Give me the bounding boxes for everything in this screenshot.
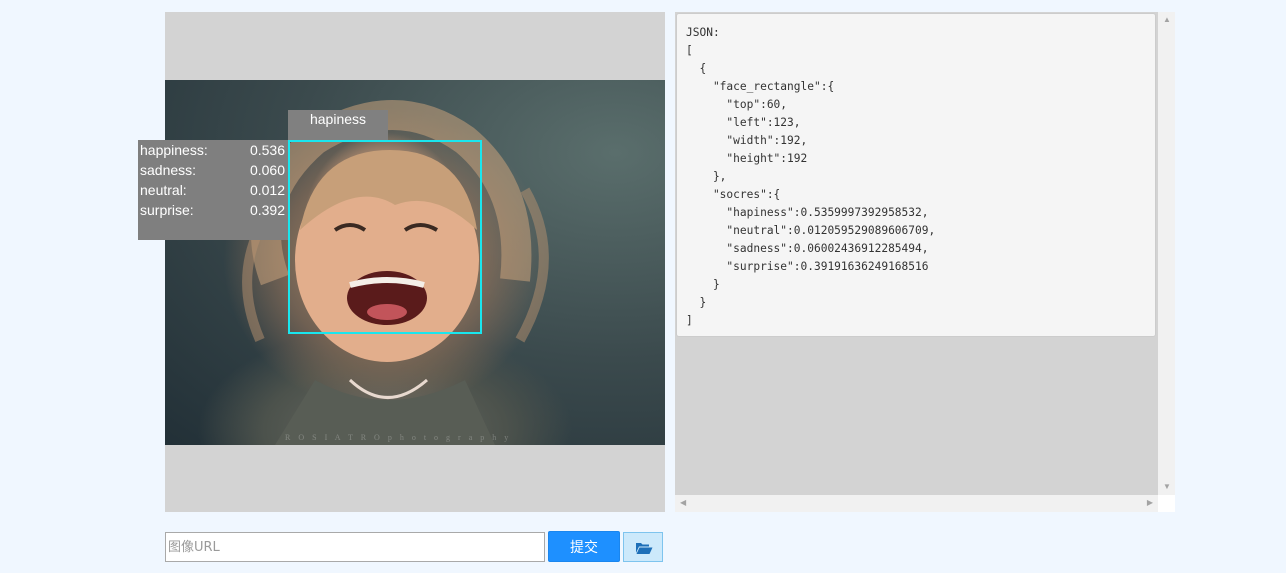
- score-row-happiness: happiness: 0.536: [138, 140, 288, 160]
- folder-open-icon: [636, 543, 653, 554]
- submit-button[interactable]: 提交: [548, 531, 620, 562]
- image-panel: R O S I A T R O p h o t o g r a p h y ha…: [165, 12, 665, 512]
- upload-file-button[interactable]: [623, 532, 663, 562]
- score-label: sadness:: [140, 162, 197, 178]
- vertical-scrollbar[interactable]: ▲ ▼: [1158, 12, 1175, 495]
- scores-overlay: happiness: 0.536 sadness: 0.060 neutral:…: [138, 140, 288, 240]
- scrollbar-corner: [1158, 495, 1175, 512]
- emotion-label: hapiness: [288, 110, 388, 140]
- score-label: surprise:: [140, 202, 194, 218]
- score-value: 0.536: [249, 142, 285, 158]
- face-rectangle: [288, 140, 482, 334]
- photo-watermark: R O S I A T R O p h o t o g r a p h y: [285, 433, 512, 442]
- json-output-panel[interactable]: JSON: [ { "face_rectangle":{ "top":60, "…: [675, 12, 1175, 512]
- json-output-text: JSON: [ { "face_rectangle":{ "top":60, "…: [676, 13, 1156, 337]
- score-row-sadness: sadness: 0.060: [138, 160, 288, 180]
- score-value: 0.012: [249, 182, 285, 198]
- image-url-input[interactable]: [165, 532, 545, 562]
- scroll-down-icon[interactable]: ▼: [1163, 483, 1171, 491]
- scroll-right-icon[interactable]: ▶: [1147, 499, 1153, 507]
- score-row-surprise: surprise: 0.392: [138, 200, 288, 220]
- scroll-up-icon[interactable]: ▲: [1163, 16, 1171, 24]
- score-label: happiness:: [140, 142, 208, 158]
- score-value: 0.060: [249, 162, 285, 178]
- horizontal-scrollbar[interactable]: ◀ ▶: [675, 495, 1158, 512]
- score-label: neutral:: [140, 182, 187, 198]
- scroll-left-icon[interactable]: ◀: [680, 499, 686, 507]
- score-row-neutral: neutral: 0.012: [138, 180, 288, 200]
- score-value: 0.392: [249, 202, 285, 218]
